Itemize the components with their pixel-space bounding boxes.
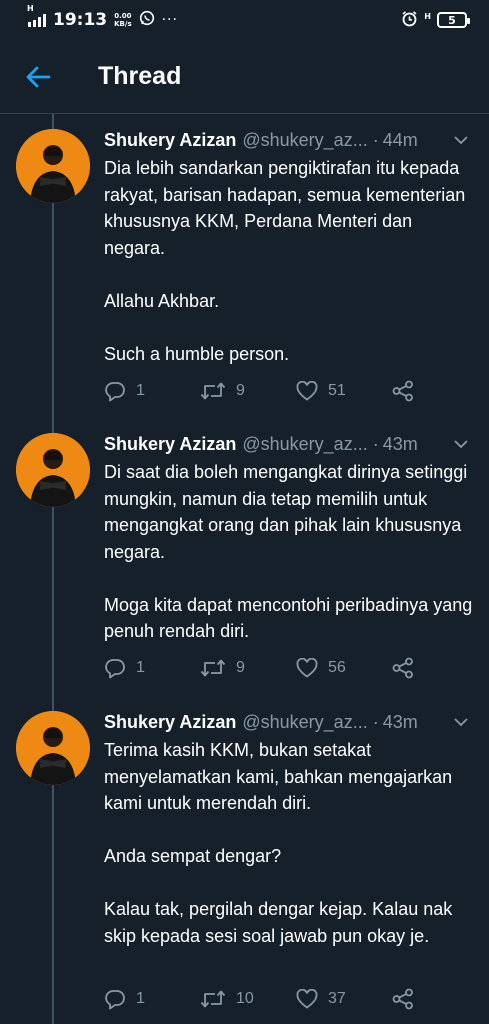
chevron-down-icon — [454, 135, 468, 144]
retweet-button[interactable]: 10 — [200, 989, 254, 1009]
alarm-icon — [401, 10, 418, 31]
tweet-header: Shukery Azizan @shukery_az... · 43m — [104, 709, 476, 735]
author-name[interactable]: Shukery Azizan — [104, 712, 236, 733]
retweet-count: 10 — [236, 990, 254, 1007]
network-speed: 0.00 KB/s — [114, 12, 131, 28]
like-button[interactable]: 51 — [296, 381, 346, 401]
tweet-menu-button[interactable] — [452, 713, 470, 731]
retweet-button[interactable]: 9 — [200, 381, 245, 401]
reply-button[interactable]: 1 — [104, 988, 145, 1010]
author-handle[interactable]: @shukery_az... — [242, 130, 367, 151]
heart-icon — [296, 989, 318, 1009]
author-name[interactable]: Shukery Azizan — [104, 434, 236, 455]
avatar[interactable] — [16, 711, 90, 785]
heart-icon — [296, 658, 318, 678]
tweet-paragraph: Moga kita dapat mencontohi peribadinya y… — [104, 594, 473, 642]
tweet-time: 43m — [382, 433, 418, 454]
reply-icon — [105, 659, 125, 679]
whatsapp-icon — [139, 10, 155, 30]
tweet-paragraph: Kalau tak, pergilah dengar kejap. Kalau … — [104, 899, 453, 946]
avatar[interactable] — [16, 129, 90, 203]
share-button[interactable] — [392, 657, 414, 679]
like-count: 56 — [328, 659, 346, 676]
tweet-menu-button[interactable] — [452, 435, 470, 453]
tweet-time: 43m — [382, 711, 418, 732]
tweet-text: Dia lebih sandarkan pengiktirafan itu ke… — [104, 155, 476, 367]
more-notifications-icon: ··· — [161, 12, 178, 28]
author-handle[interactable]: @shukery_az... — [242, 712, 367, 733]
reply-count: 1 — [136, 382, 145, 399]
like-count: 51 — [328, 382, 346, 399]
tweet-time: 44m — [382, 129, 418, 150]
thread-connector-line — [52, 114, 54, 1024]
reply-icon — [105, 990, 125, 1010]
network-type-right: H — [424, 11, 431, 21]
separator-dot: · — [372, 129, 379, 150]
chevron-down-icon — [454, 439, 468, 448]
network-speed-value: 0.00 — [114, 12, 132, 20]
battery-level: 5 — [448, 13, 456, 27]
reply-count: 1 — [136, 990, 145, 1007]
retweet-icon — [200, 990, 226, 1008]
top-app-bar: Thread — [0, 40, 489, 114]
tweet-paragraph: Anda sempat dengar? — [104, 846, 282, 866]
tweet-paragraph: Allahu Akhbar. — [104, 290, 220, 311]
separator-dot: · — [372, 433, 379, 454]
share-icon — [392, 380, 413, 402]
status-bar: H 19:13 0.00 KB/s ··· H 5 — [0, 0, 489, 40]
arrow-left-icon — [26, 66, 51, 87]
tweet-paragraph: Such a humble person. — [104, 343, 290, 364]
retweet-count: 9 — [236, 382, 245, 399]
reply-button[interactable]: 1 — [104, 380, 145, 402]
heart-icon — [296, 381, 318, 401]
retweet-icon — [200, 659, 226, 677]
share-button[interactable] — [392, 380, 414, 402]
reply-button[interactable]: 1 — [104, 657, 145, 679]
reply-icon — [105, 382, 125, 402]
network-speed-unit: KB/s — [114, 20, 132, 28]
retweet-button[interactable]: 9 — [200, 658, 245, 678]
like-button[interactable]: 56 — [296, 658, 346, 678]
author-name[interactable]: Shukery Azizan — [104, 130, 236, 151]
tweet-menu-button[interactable] — [452, 131, 470, 149]
like-button[interactable]: 37 — [296, 989, 346, 1009]
tweet-paragraph: Dia lebih sandarkan pengiktirafan itu ke… — [104, 158, 466, 258]
chevron-down-icon — [454, 717, 468, 726]
tweet-actions: 1 9 51 — [104, 378, 424, 404]
retweet-icon — [200, 382, 226, 400]
like-count: 37 — [328, 990, 346, 1007]
separator-dot: · — [372, 711, 379, 732]
author-handle[interactable]: @shukery_az... — [242, 434, 367, 455]
tweet-text: Di saat dia boleh mengangkat dirinya set… — [104, 459, 476, 645]
share-icon — [392, 657, 413, 679]
reply-count: 1 — [136, 659, 145, 676]
page-title: Thread — [98, 62, 182, 90]
share-button[interactable] — [392, 988, 414, 1010]
tweet-actions: 1 10 37 — [104, 986, 424, 1012]
tweet-header: Shukery Azizan @shukery_az... · 43m — [104, 431, 476, 457]
retweet-count: 9 — [236, 659, 245, 676]
signal-icon: H — [27, 4, 46, 27]
back-button[interactable] — [18, 57, 58, 97]
status-time: 19:13 — [53, 10, 108, 30]
avatar[interactable] — [16, 433, 90, 507]
tweet-paragraph: Terima kasih KKM, bukan setakat menyelam… — [104, 740, 453, 813]
network-type: H — [27, 4, 34, 13]
tweet-header: Shukery Azizan @shukery_az... · 44m — [104, 127, 476, 153]
battery-icon: 5 — [437, 12, 470, 28]
tweet-paragraph: Di saat dia boleh mengangkat dirinya set… — [104, 462, 468, 562]
tweet-text: Terima kasih KKM, bukan setakat menyelam… — [104, 737, 476, 949]
share-icon — [392, 988, 413, 1010]
tweet-actions: 1 9 56 — [104, 655, 424, 681]
